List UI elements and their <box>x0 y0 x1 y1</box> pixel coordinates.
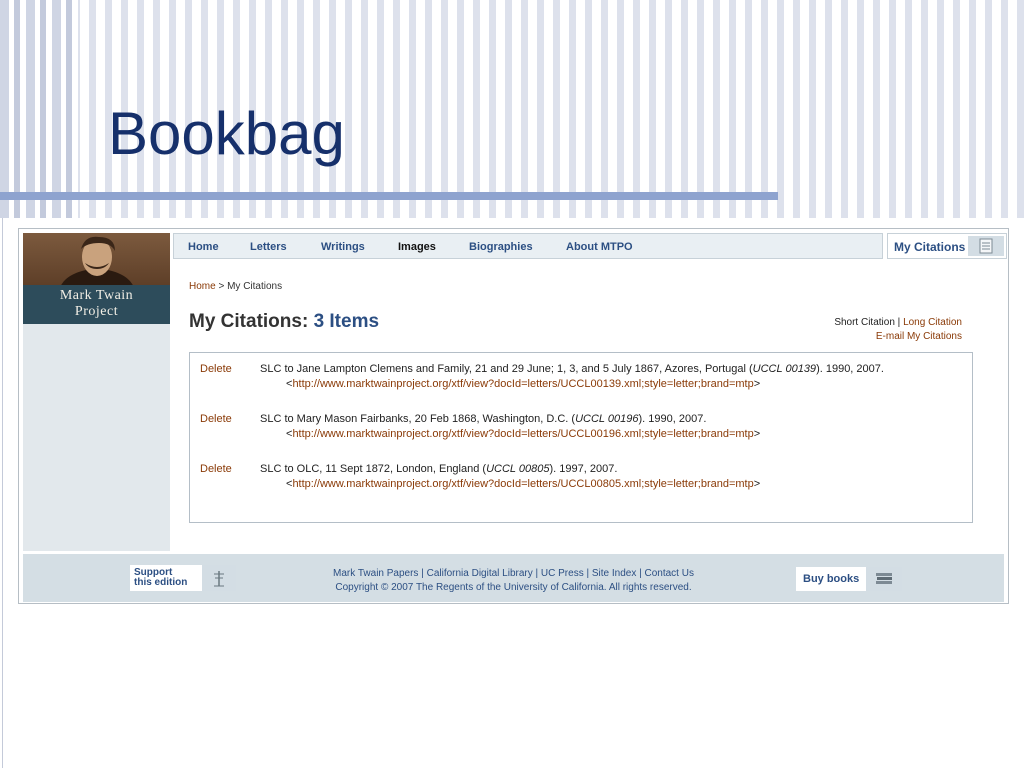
citation-text: SLC to Jane Lampton Clemens and Family, … <box>260 363 884 375</box>
nav-letters[interactable]: Letters <box>250 241 287 253</box>
portrait-image <box>23 233 170 285</box>
citation-url-link[interactable]: http://www.marktwainproject.org/xtf/view… <box>292 428 753 440</box>
left-sidebar: Mark Twain Project <box>23 233 170 551</box>
notepad-icon <box>968 236 1004 256</box>
breadcrumb-current: My Citations <box>227 281 283 292</box>
page-footer: Support this edition Mark Twain Papers |… <box>23 554 1004 602</box>
short-citation-option[interactable]: Short Citation <box>834 317 895 328</box>
citation-url: <http://www.marktwainproject.org/xtf/vie… <box>286 428 761 440</box>
citation-text: SLC to OLC, 11 Sept 1872, London, Englan… <box>260 463 618 475</box>
nav-home[interactable]: Home <box>188 241 219 253</box>
logo-line-2: Project <box>74 304 119 319</box>
mark-twain-project-logo[interactable]: Mark Twain Project <box>23 233 170 324</box>
citation-row: Delete SLC to Jane Lampton Clemens and F… <box>190 357 972 391</box>
breadcrumb: Home > My Citations <box>189 281 282 292</box>
nav-images[interactable]: Images <box>398 241 436 253</box>
delete-citation-button[interactable]: Delete <box>200 363 232 375</box>
breadcrumb-separator: > <box>215 281 228 292</box>
citation-url-link[interactable]: http://www.marktwainproject.org/xtf/view… <box>292 478 753 490</box>
buy-books-button[interactable]: Buy books <box>796 567 902 591</box>
footer-link-uc-press[interactable]: UC Press <box>541 568 584 579</box>
footer-link-site-index[interactable]: Site Index <box>592 568 636 579</box>
footer-link-mark-twain-papers[interactable]: Mark Twain Papers <box>333 568 418 579</box>
citation-row: Delete SLC to Mary Mason Fairbanks, 20 F… <box>190 407 972 441</box>
citation-row: Delete SLC to OLC, 11 Sept 1872, London,… <box>190 457 972 491</box>
footer-link-cdl[interactable]: California Digital Library <box>427 568 533 579</box>
email-citations-link[interactable]: E-mail My Citations <box>876 331 962 342</box>
logo-nameplate: Mark Twain Project <box>23 285 170 324</box>
citation-options: Short Citation | Long Citation E-mail My… <box>834 316 962 344</box>
nav-about-mtpo[interactable]: About MTPO <box>566 241 633 253</box>
citation-url: <http://www.marktwainproject.org/xtf/vie… <box>286 378 761 390</box>
nav-writings[interactable]: Writings <box>321 241 365 253</box>
delete-citation-button[interactable]: Delete <box>200 463 232 475</box>
citation-id: UCCL 00139 <box>752 363 817 375</box>
long-citation-link[interactable]: Long Citation <box>903 317 962 328</box>
logo-line-1: Mark Twain <box>59 288 134 303</box>
citation-id: UCCL 00805 <box>486 463 550 475</box>
breadcrumb-home-link[interactable]: Home <box>189 281 216 292</box>
delete-citation-button[interactable]: Delete <box>200 413 232 425</box>
page-heading: My Citations: 3 Items <box>189 311 379 333</box>
citation-id: UCCL 00196 <box>575 413 639 425</box>
footer-link-contact-us[interactable]: Contact Us <box>645 568 694 579</box>
option-separator: | <box>894 317 904 328</box>
top-navigation: Home Letters Writings Images Biographies… <box>173 233 883 259</box>
citation-url-link[interactable]: http://www.marktwainproject.org/xtf/view… <box>292 378 753 390</box>
my-citations-button[interactable]: My Citations <box>887 233 1007 259</box>
page-heading-label: My Citations: <box>189 311 309 332</box>
citation-text: SLC to Mary Mason Fairbanks, 20 Feb 1868… <box>260 413 707 425</box>
title-divider <box>0 192 778 200</box>
book-stack-icon <box>866 567 902 591</box>
nav-biographies[interactable]: Biographies <box>469 241 533 253</box>
citation-count: 3 Items <box>313 311 380 332</box>
slide-left-border <box>2 218 3 768</box>
citation-list: Delete SLC to Jane Lampton Clemens and F… <box>189 352 973 523</box>
buy-books-label: Buy books <box>803 573 860 585</box>
citation-url: <http://www.marktwainproject.org/xtf/vie… <box>286 478 761 490</box>
slide-title: Bookbag <box>108 100 345 167</box>
embedded-page-screenshot: Mark Twain Project Home Letters Writings… <box>18 228 1009 604</box>
my-citations-label: My Citations <box>894 240 966 254</box>
slide-left-stripe-band <box>0 0 78 218</box>
